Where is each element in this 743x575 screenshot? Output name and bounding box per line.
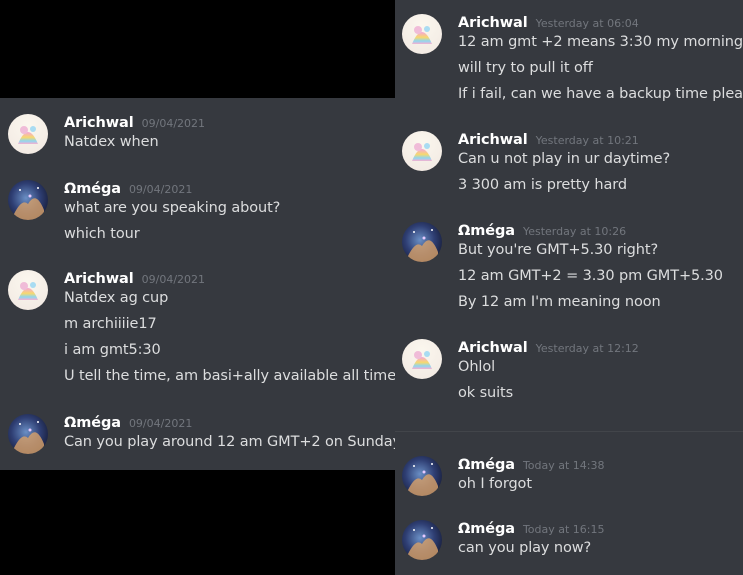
author-name[interactable]: Ωméga [64,415,121,431]
arichwal-avatar[interactable] [8,114,48,154]
message-text: U tell the time, am basi+ally available … [64,368,395,384]
timestamp: Today at 16:15 [522,523,605,536]
timestamp: Yesterday at 06:04 [535,17,639,30]
chat-panel-right: Arichwal Yesterday at 06:04 12 am gmt +2 … [395,0,743,575]
message-text: Ohlol [458,359,496,375]
message-text: can you play now? [458,540,592,556]
author-name[interactable]: Arichwal [458,340,528,356]
timestamp: Yesterday at 10:21 [535,134,639,147]
author-name[interactable]: Arichwal [458,15,528,31]
day-divider [395,431,743,432]
message-text: But you're GMT+5.30 right? [458,242,659,258]
timestamp: 09/04/2021 [128,417,193,430]
timestamp: Today at 14:38 [522,459,605,472]
omega-avatar[interactable] [8,414,48,454]
message-text: which tour [64,226,140,242]
author-name[interactable]: Arichwal [64,271,134,287]
timestamp: 09/04/2021 [141,117,206,130]
arichwal-avatar[interactable] [8,270,48,310]
omega-avatar[interactable] [402,456,442,496]
message-text: ok suits [458,385,514,401]
timestamp: Yesterday at 12:12 [535,342,639,355]
message-text: By 12 am I'm meaning noon [458,294,661,310]
message-text: If i fail, can we have a backup time ple… [458,86,743,102]
message-text: 12 am gmt +2 means 3:30 my morning [458,34,743,50]
message-text: Natdex ag cup [64,290,169,306]
message-text: oh I forgot [458,476,532,492]
message-text: Natdex when [64,134,159,150]
timestamp: 09/04/2021 [141,273,206,286]
message-text: Can you play around 12 am GMT+2 on Sunda… [64,434,395,450]
arichwal-avatar[interactable] [402,14,442,54]
arichwal-avatar[interactable] [402,131,442,171]
message-text: i am gmt5:30 [64,342,161,358]
message-text: what are you speaking about? [64,200,281,216]
message-text: will try to pull it off [458,60,593,76]
message-text: 12 am GMT+2 = 3.30 pm GMT+5.30 [458,268,723,284]
message-text: Can u not play in ur daytime? [458,151,671,167]
timestamp: Yesterday at 10:26 [522,225,627,238]
message-text: 3 300 am is pretty hard [458,177,627,193]
author-name[interactable]: Ωméga [64,181,121,197]
omega-avatar[interactable] [8,180,48,220]
author-name[interactable]: Ωméga [458,223,515,239]
message-text: m archiiiie17 [64,316,157,332]
omega-avatar[interactable] [402,222,442,262]
timestamp: 09/04/2021 [128,183,193,196]
chat-panel-left: Arichwal 09/04/2021 Natdex when Ωméga 09/0… [0,98,395,470]
author-name[interactable]: Arichwal [64,115,134,131]
author-name[interactable]: Arichwal [458,132,528,148]
author-name[interactable]: Ωméga [458,457,515,473]
omega-avatar[interactable] [402,520,442,560]
arichwal-avatar[interactable] [402,339,442,379]
author-name[interactable]: Ωméga [458,521,515,537]
